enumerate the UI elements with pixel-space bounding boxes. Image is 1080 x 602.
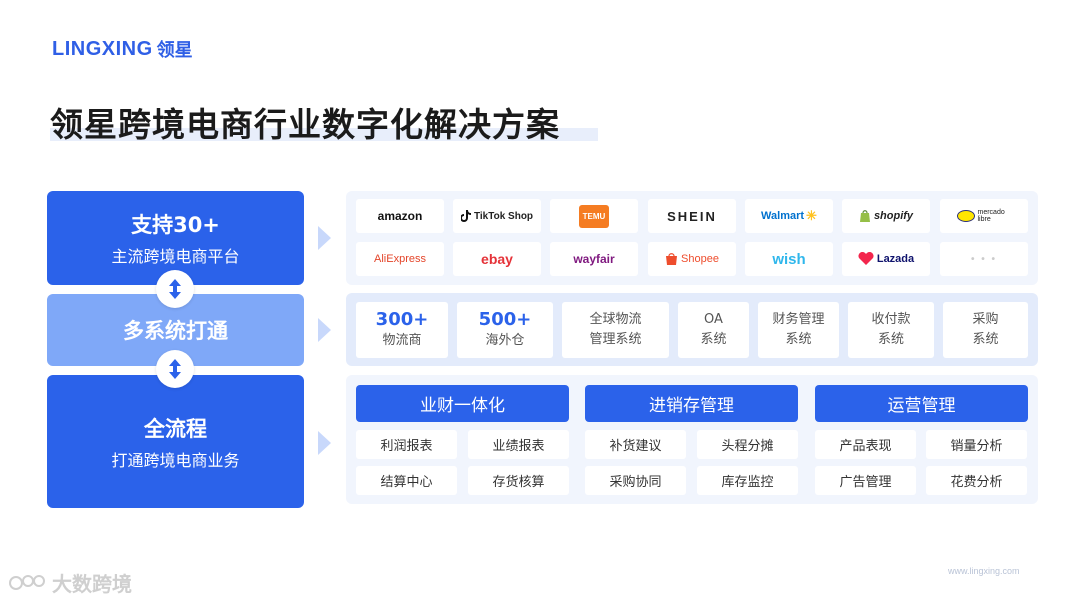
platform-logo-aliexpress: AliExpress	[356, 242, 444, 276]
more-dots-icon: • • •	[970, 253, 998, 265]
platform-logo-shopify: shopify	[842, 199, 930, 233]
shein-text: SHEIN	[667, 208, 717, 224]
wayfair-text: wayfair	[573, 252, 615, 266]
platform-logo-temu: TEMU	[550, 199, 638, 233]
logo-cjk-text: 领星	[156, 40, 193, 61]
system-line1: 全球物流	[589, 311, 642, 327]
feature-item: 结算中心	[356, 466, 457, 495]
platform-logo-amazon: amazon	[356, 199, 444, 233]
feature-item: 利润报表	[356, 430, 457, 459]
website-url: www.lingxing.com	[948, 566, 1020, 576]
system-line2: 系统	[877, 332, 904, 347]
feature-item: 业绩报表	[468, 430, 569, 459]
category-finance-integration: 业财一体化	[356, 385, 569, 422]
system-procurement: 采购 系统	[943, 302, 1028, 358]
system-line2: 系统	[785, 332, 812, 347]
platform-logo-shein: SHEIN	[648, 199, 736, 233]
system-line2: 管理系统	[589, 332, 642, 347]
platform-logo-lazada: Lazada	[842, 242, 930, 276]
logistics-count: 300+	[375, 309, 429, 331]
watermark-logo-icon	[9, 574, 45, 590]
system-overseas-warehouses: 500+ 海外仓	[457, 302, 553, 358]
platform-logo-tiktok-shop: TikTok Shop	[453, 199, 541, 233]
feature-item: 采购协同	[585, 466, 686, 495]
category-inventory-management: 进销存管理	[585, 385, 798, 422]
right-arrow-icon	[318, 318, 331, 342]
platform-logo-mercado-libre: mercado libre	[940, 199, 1028, 233]
watermark: 大数跨境	[8, 568, 132, 597]
platform-logo-wish: wish	[745, 242, 833, 276]
tiktok-shop-text: TikTok Shop	[473, 210, 534, 222]
full-process-heading: 全流程	[144, 416, 207, 441]
wish-text: wish	[772, 250, 806, 268]
right-arrow-icon	[318, 431, 331, 455]
platform-logo-ebay: ebay	[453, 242, 541, 276]
watermark-text: 大数跨境	[52, 572, 132, 596]
platform-logo-walmart: Walmart ✳	[745, 199, 833, 233]
feature-item: 补货建议	[585, 430, 686, 459]
feature-item: 产品表现	[815, 430, 916, 459]
ebay-text: ebay	[481, 251, 513, 267]
mercado-handshake-icon	[956, 210, 975, 222]
platform-support-heading: 支持30+	[131, 213, 220, 237]
feature-item: 销量分析	[926, 430, 1027, 459]
system-logistics-providers: 300+ 物流商	[356, 302, 448, 358]
system-line1: OA	[704, 311, 723, 327]
system-line1: 收付款	[871, 311, 911, 327]
walmart-spark-icon: ✳	[806, 208, 817, 223]
warehouse-label: 海外仓	[485, 332, 525, 348]
tiktok-icon	[460, 210, 471, 222]
category-operations-management: 运营管理	[815, 385, 1028, 422]
full-process-subtext: 打通跨境电商业务	[111, 450, 240, 470]
system-global-logistics: 全球物流 管理系统	[562, 302, 669, 358]
shopify-text: shopify	[873, 210, 914, 222]
shopify-bag-icon	[859, 210, 870, 222]
temu-badge: TEMU	[578, 204, 610, 228]
platform-logo-shopee: Shopee	[648, 242, 736, 276]
feature-item: 存货核算	[468, 466, 569, 495]
system-line2: 系统	[700, 332, 727, 347]
system-integration-heading: 多系统打通	[123, 319, 228, 343]
system-line2: 系统	[972, 332, 999, 347]
mercado-text: mercado libre	[977, 209, 1005, 223]
system-payments: 收付款 系统	[848, 302, 934, 358]
up-down-arrow-icon	[156, 350, 194, 388]
system-oa: OA 系统	[678, 302, 749, 358]
shopee-text: Shopee	[681, 253, 719, 265]
right-arrow-icon	[318, 226, 331, 250]
system-finance: 财务管理 系统	[758, 302, 839, 358]
walmart-text: Walmart	[761, 210, 805, 222]
platform-more: • • •	[940, 242, 1028, 276]
warehouse-count: 500+	[478, 309, 532, 331]
logo-latin-text: LINGXING	[52, 37, 153, 60]
feature-item: 头程分摊	[697, 430, 798, 459]
up-down-arrow-icon	[156, 270, 194, 308]
lingxing-logo: LINGXING 领星	[52, 36, 193, 62]
lazada-text: Lazada	[876, 253, 915, 265]
full-process-box: 全流程 打通跨境电商业务	[47, 375, 304, 508]
system-line1: 财务管理	[772, 311, 825, 327]
logistics-label: 物流商	[382, 332, 422, 348]
system-line1: 采购	[972, 311, 999, 327]
feature-item: 库存监控	[697, 466, 798, 495]
lazada-heart-icon	[858, 252, 874, 265]
feature-item: 广告管理	[815, 466, 916, 495]
feature-item: 花费分析	[926, 466, 1027, 495]
aliexpress-text: AliExpress	[374, 253, 426, 265]
page-title: 领星跨境电商行业数字化解决方案	[50, 105, 560, 144]
platform-logo-wayfair: wayfair	[550, 242, 638, 276]
platform-support-subtext: 主流跨境电商平台	[111, 247, 240, 266]
amazon-text: amazon	[377, 209, 423, 223]
shopee-bag-icon	[666, 253, 678, 265]
